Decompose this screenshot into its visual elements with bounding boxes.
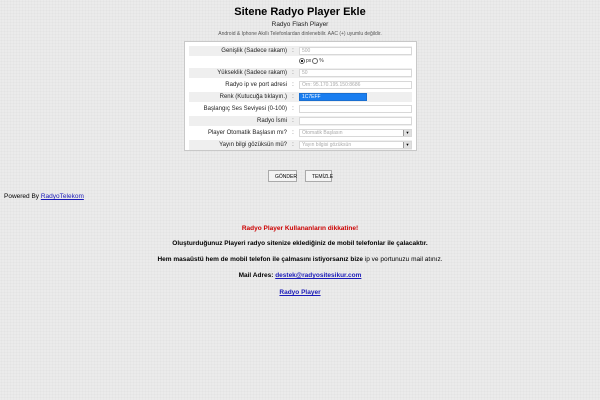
width-row: Genişlik (Sadece rakam) : 500: [189, 46, 412, 56]
autoplay-label: Player Otomatik Başlasın mı?: [207, 130, 287, 136]
separator: :: [292, 106, 294, 112]
unit-options: px %: [299, 58, 324, 64]
info-label: Yayın bilgi gözüksün mü?: [219, 142, 287, 148]
chevron-down-icon[interactable]: ▼: [403, 130, 411, 136]
clear-button[interactable]: TEMİZLE: [305, 170, 333, 182]
separator: :: [292, 82, 294, 88]
radio-name-label: Radyo İsmi: [256, 118, 287, 124]
separator: :: [292, 48, 294, 54]
ip-port-row: Radyo ip ve port adresi : Örn: 95.170.19…: [189, 80, 412, 90]
height-row: Yükseklik (Sadece rakam) : 50: [189, 68, 412, 78]
separator: :: [292, 118, 294, 124]
separator: :: [292, 94, 294, 100]
mail-link[interactable]: destek@radyositesikur.com: [275, 272, 361, 279]
volume-input[interactable]: [299, 105, 412, 113]
radio-player-link[interactable]: Radyo Player: [279, 289, 320, 296]
unit-percent-label: %: [319, 58, 324, 64]
ip-port-input[interactable]: Örn: 95.170.195.150:8686: [299, 81, 412, 89]
info-select[interactable]: Yayın bilgisi gözüksün ▼: [299, 141, 412, 149]
attention-heading: Radyo Player Kullananların dikkatine!: [241, 225, 359, 232]
info-selected-value: Yayın bilgisi gözüksün: [302, 142, 352, 148]
width-input[interactable]: 500: [299, 47, 412, 55]
send-ip-text: ip ve portunuzu mail atınız.: [363, 256, 443, 263]
color-label: Renk (Kutucuğa tıklayın.): [219, 94, 287, 100]
ip-port-label: Radyo ip ve port adresi: [225, 82, 287, 88]
separator: :: [292, 130, 294, 136]
height-label: Yükseklik (Sadece rakam): [217, 70, 287, 76]
desktop-mobile-info: Hem masaüstü hem de mobil telefon ile ça…: [0, 256, 600, 263]
volume-row: Başlangıç Ses Seviyesi (0-100) :: [189, 104, 412, 114]
mail-label: Mail Adres:: [238, 272, 276, 279]
info-row: Yayın bilgi gözüksün mü? : Yayın bilgisi…: [189, 140, 412, 150]
radyotelekom-link[interactable]: RadyoTelekom: [41, 193, 84, 200]
height-input[interactable]: 50: [299, 69, 412, 77]
page-subtitle: Radyo Flash Player: [271, 21, 329, 28]
unit-percent-radio[interactable]: [312, 58, 319, 64]
autoplay-row: Player Otomatik Başlasın mı? : Otomatik …: [189, 128, 412, 138]
separator: :: [292, 70, 294, 76]
desktop-mobile-text: Hem masaüstü hem de mobil telefon ile ça…: [157, 256, 364, 263]
submit-button[interactable]: GÖNDER: [268, 170, 297, 182]
powered-by-text: Powered By: [4, 193, 41, 200]
color-input[interactable]: 1C7EFF: [299, 93, 367, 101]
player-settings-form: Genişlik (Sadece rakam) : 500 px % Yükse…: [184, 41, 417, 151]
autoplay-selected-value: Otomatik Başlasın: [302, 130, 343, 136]
powered-by: Powered By RadyoTelekom: [4, 193, 84, 200]
width-label: Genişlik (Sadece rakam): [221, 48, 287, 54]
unit-px-label: px: [306, 58, 312, 64]
color-row: Renk (Kutucuğa tıklayın.) : 1C7EFF: [189, 92, 412, 102]
compatibility-notice: Android & Iphone Akıllı Telefonlardan di…: [218, 31, 382, 37]
volume-label: Başlangıç Ses Seviyesi (0-100): [203, 106, 287, 112]
separator: :: [292, 142, 294, 148]
autoplay-select[interactable]: Otomatik Başlasın ▼: [299, 129, 412, 137]
radio-name-row: Radyo İsmi :: [189, 116, 412, 126]
mobile-info-text: Oluşturduğunuz Playeri radyo sitenize ek…: [172, 240, 428, 247]
unit-px-radio[interactable]: [299, 58, 305, 64]
radio-name-input[interactable]: [299, 117, 412, 125]
chevron-down-icon[interactable]: ▼: [403, 142, 411, 148]
unit-row: px %: [189, 56, 412, 66]
radio-player-link-wrap: Radyo Player: [0, 289, 600, 296]
mail-address: Mail Adres: destek@radyositesikur.com: [0, 272, 600, 279]
page-title: Sitene Radyo Player Ekle: [234, 6, 366, 18]
